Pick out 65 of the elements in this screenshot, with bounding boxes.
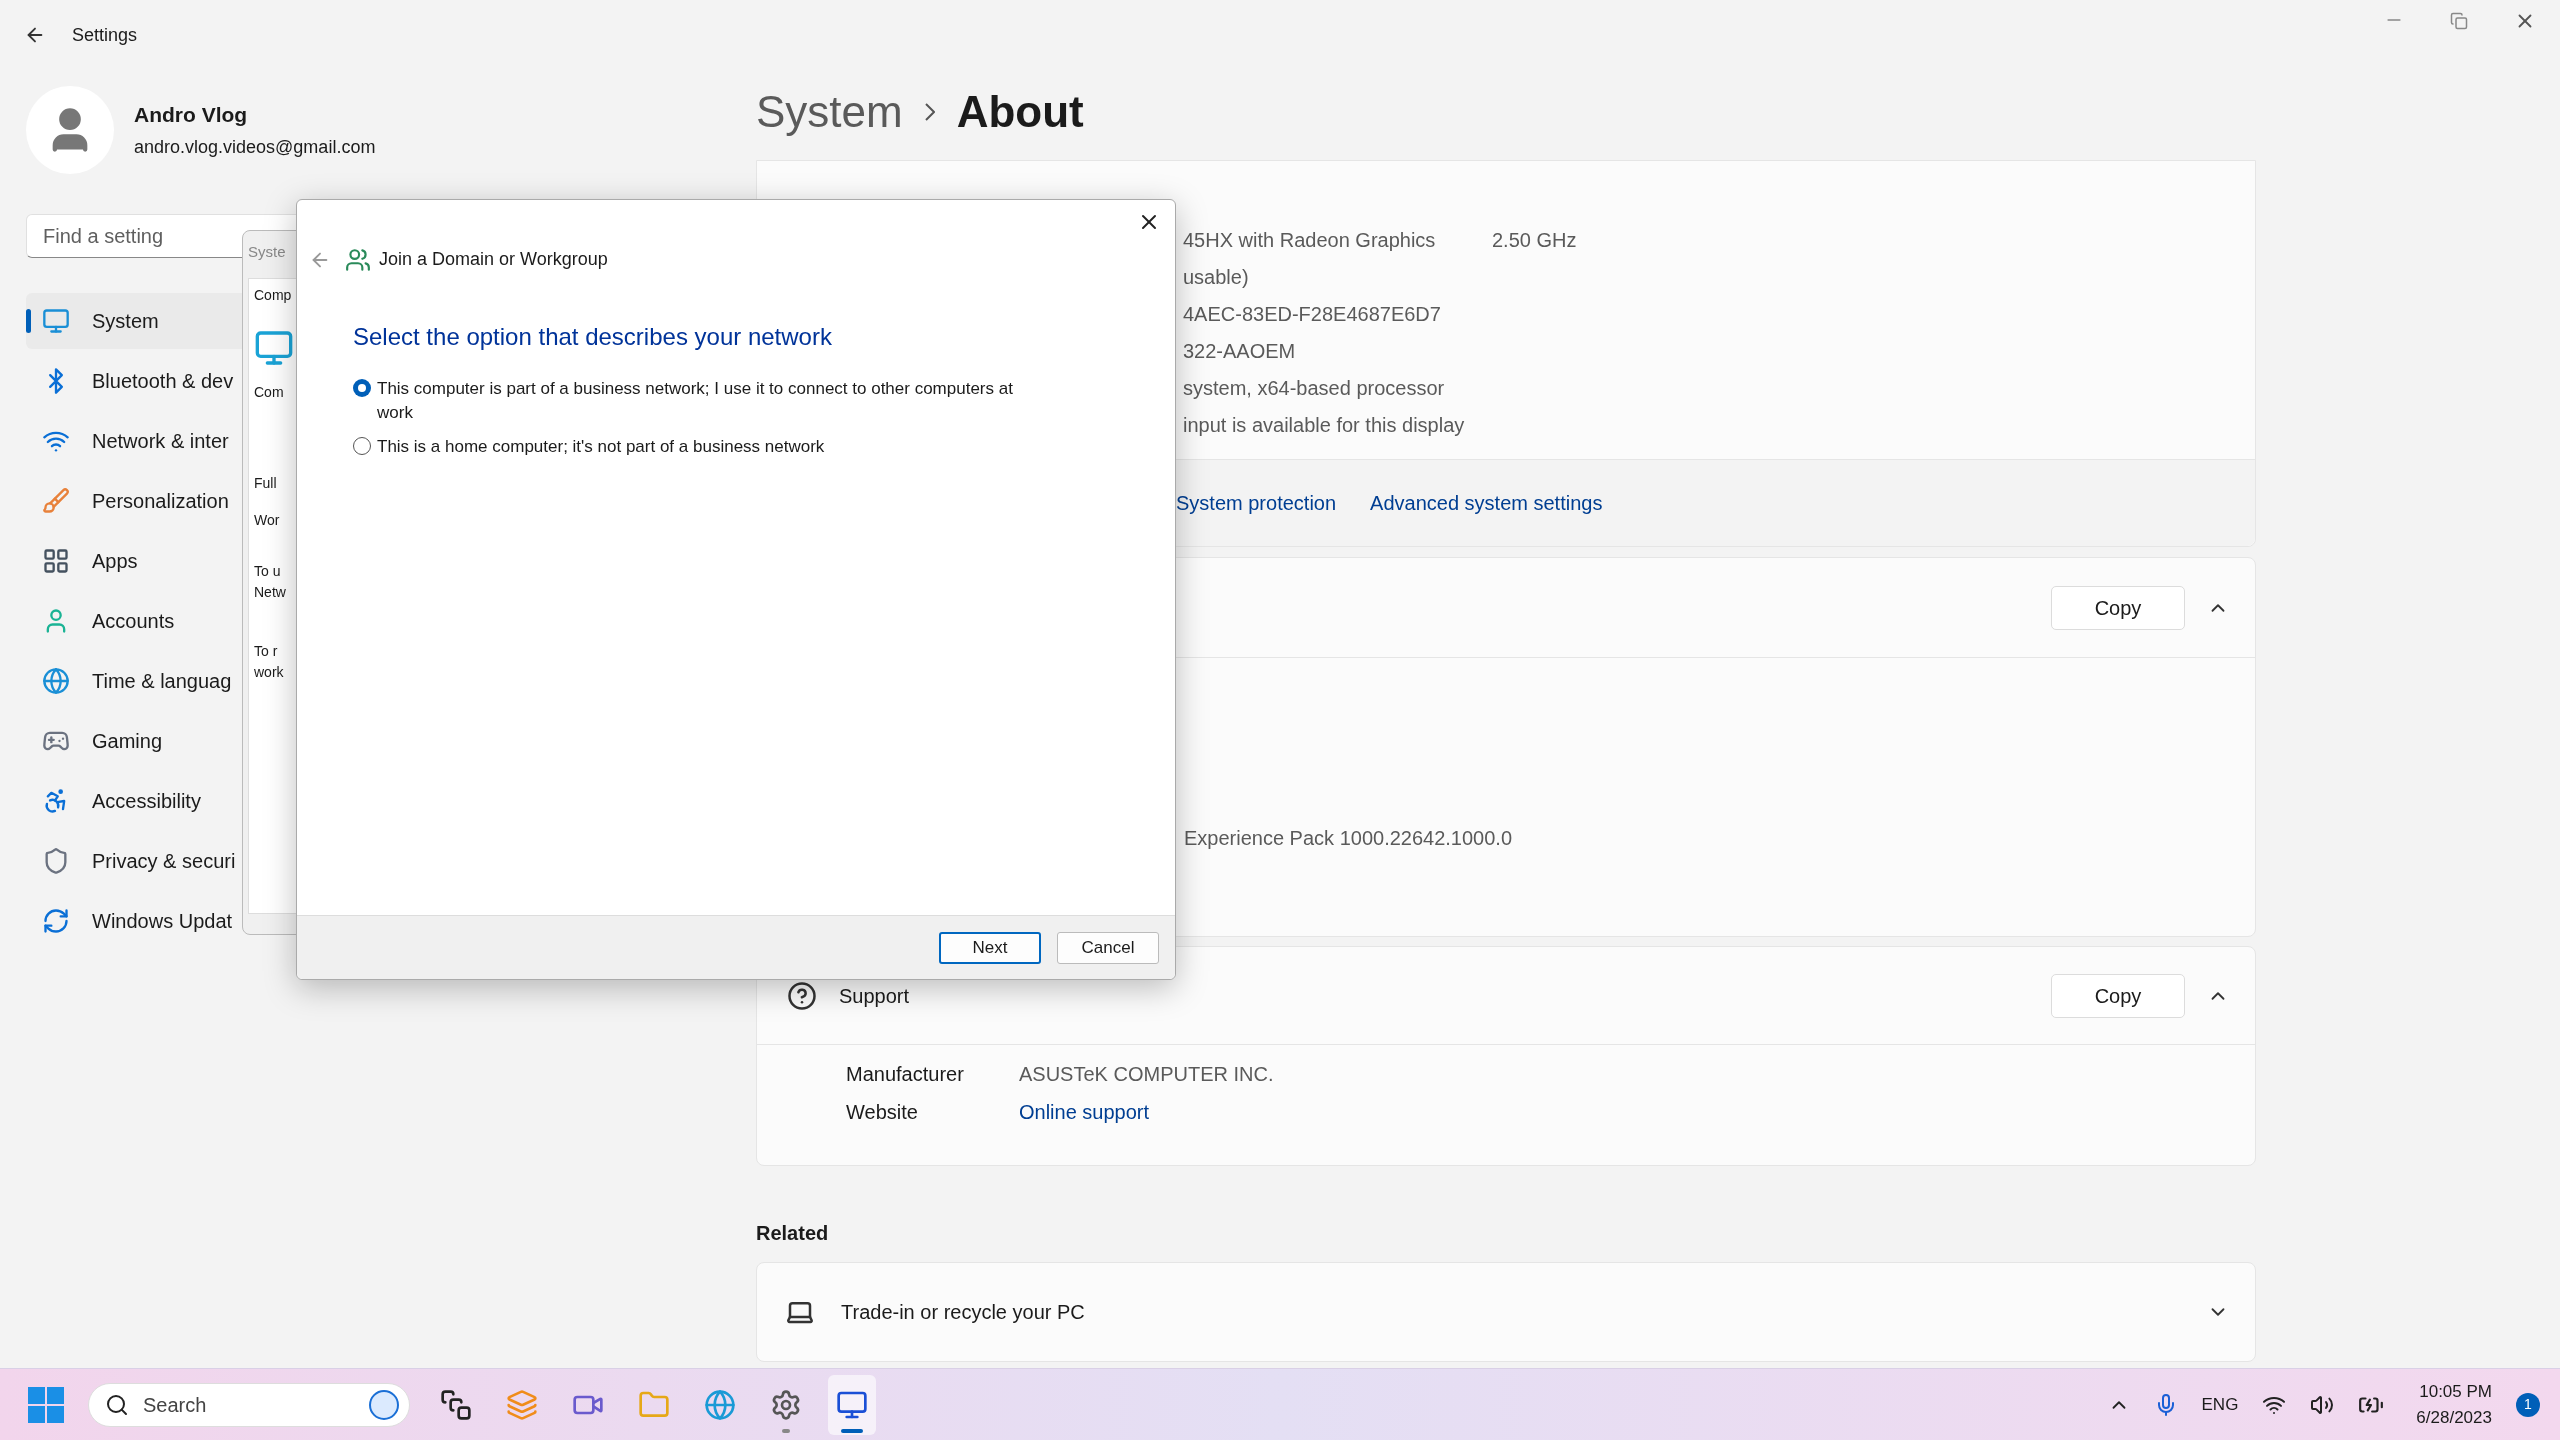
taskbar-app[interactable] (828, 1374, 876, 1435)
section-heading: Related (756, 1221, 830, 1246)
clock-date[interactable]: 6/28/2023 (2416, 1404, 2492, 1430)
selection-indicator (26, 309, 31, 333)
dialog-title: Join a Domain or Workgroup (379, 248, 608, 271)
browser-icon (704, 1388, 736, 1421)
help-icon (787, 980, 817, 1011)
window-text: To r (254, 641, 278, 661)
spec-value: 322-AAOEM (1183, 338, 1297, 364)
radio-option[interactable]: This computer is part of a business network; I use it to connect to other computers at work (353, 377, 1053, 425)
window-text: Netw (254, 582, 286, 602)
window-text: Wor (254, 510, 280, 530)
paintbrush-icon (42, 487, 70, 515)
copy-button[interactable]: Copy (2051, 585, 2185, 630)
nav-item[interactable]: Gaming (26, 713, 386, 769)
spec-value: 2.50 GHz (1492, 227, 1577, 253)
settings-link[interactable]: System protection (1176, 488, 1337, 518)
monitor-icon (42, 307, 70, 335)
running-indicator (841, 1428, 863, 1433)
language-indicator[interactable]: ENG (2201, 1391, 2239, 1418)
apps-icon (42, 547, 70, 575)
update-icon (42, 907, 70, 935)
gear-icon (770, 1388, 802, 1421)
notification-badge[interactable]: 1 (2516, 1392, 2540, 1417)
nav-item[interactable]: Accessibility (26, 773, 386, 829)
spec-value: 4AEC-83ED-F28E4687E6D7 (1183, 301, 1442, 327)
spec-value: Experience Pack 1000.22642.1000.0 (1184, 826, 1514, 851)
taskbar-search[interactable]: Search (88, 1382, 410, 1427)
spec-value: input is available for this display (1183, 412, 1466, 438)
spec-value: ASUSTeK COMPUTER INC. (1019, 1062, 1274, 1087)
settings-link[interactable]: Advanced system settings (1370, 488, 1603, 518)
window-text: work (254, 662, 284, 682)
spec-label: Manufacturer (846, 1062, 965, 1087)
spec-value: usable) (1183, 264, 1250, 290)
section-title: Support (839, 983, 911, 1009)
page-title: About (956, 86, 1084, 138)
clock-time[interactable]: 10:05 PM (2419, 1379, 2492, 1405)
windows-logo-icon[interactable] (28, 1386, 64, 1423)
chevron-right-icon (924, 103, 935, 121)
spec-label: Website (846, 1100, 919, 1125)
related-item[interactable]: Trade-in or recycle your PC (756, 1262, 2256, 1362)
support-link[interactable]: Online support (1019, 1097, 1150, 1127)
nav-item[interactable]: Windows Updat (26, 893, 386, 949)
spec-value: 45HX with Radeon Graphics (1183, 227, 1437, 253)
window-text: Full (254, 473, 277, 493)
user-name: Andro Vlog (134, 101, 249, 128)
dialog-button[interactable]: Next (939, 931, 1041, 964)
window-stack-icon (440, 1388, 472, 1421)
running-indicator (782, 1428, 790, 1433)
window-text: To u (254, 561, 281, 581)
dialog-button[interactable]: Cancel (1057, 931, 1159, 964)
radio-button[interactable] (353, 437, 371, 455)
user-email: andro.vlog.videos@gmail.com (134, 136, 376, 160)
search-icon (105, 1392, 129, 1417)
nav-item[interactable]: Privacy & securi (26, 833, 386, 889)
radio-option[interactable]: This is a home computer; it's not part of a business network (353, 435, 1053, 459)
breadcrumb-parent[interactable]: System (756, 79, 903, 145)
window-text: Com (254, 382, 284, 402)
layers-icon (506, 1388, 538, 1421)
radio-button[interactable] (353, 379, 371, 397)
window-title: Settings (72, 23, 138, 47)
restore-icon[interactable] (2450, 12, 2468, 30)
copy-button[interactable]: Copy (2051, 973, 2185, 1018)
spec-value: system, x64-based processor (1183, 375, 1446, 401)
network-users-icon (345, 246, 371, 273)
